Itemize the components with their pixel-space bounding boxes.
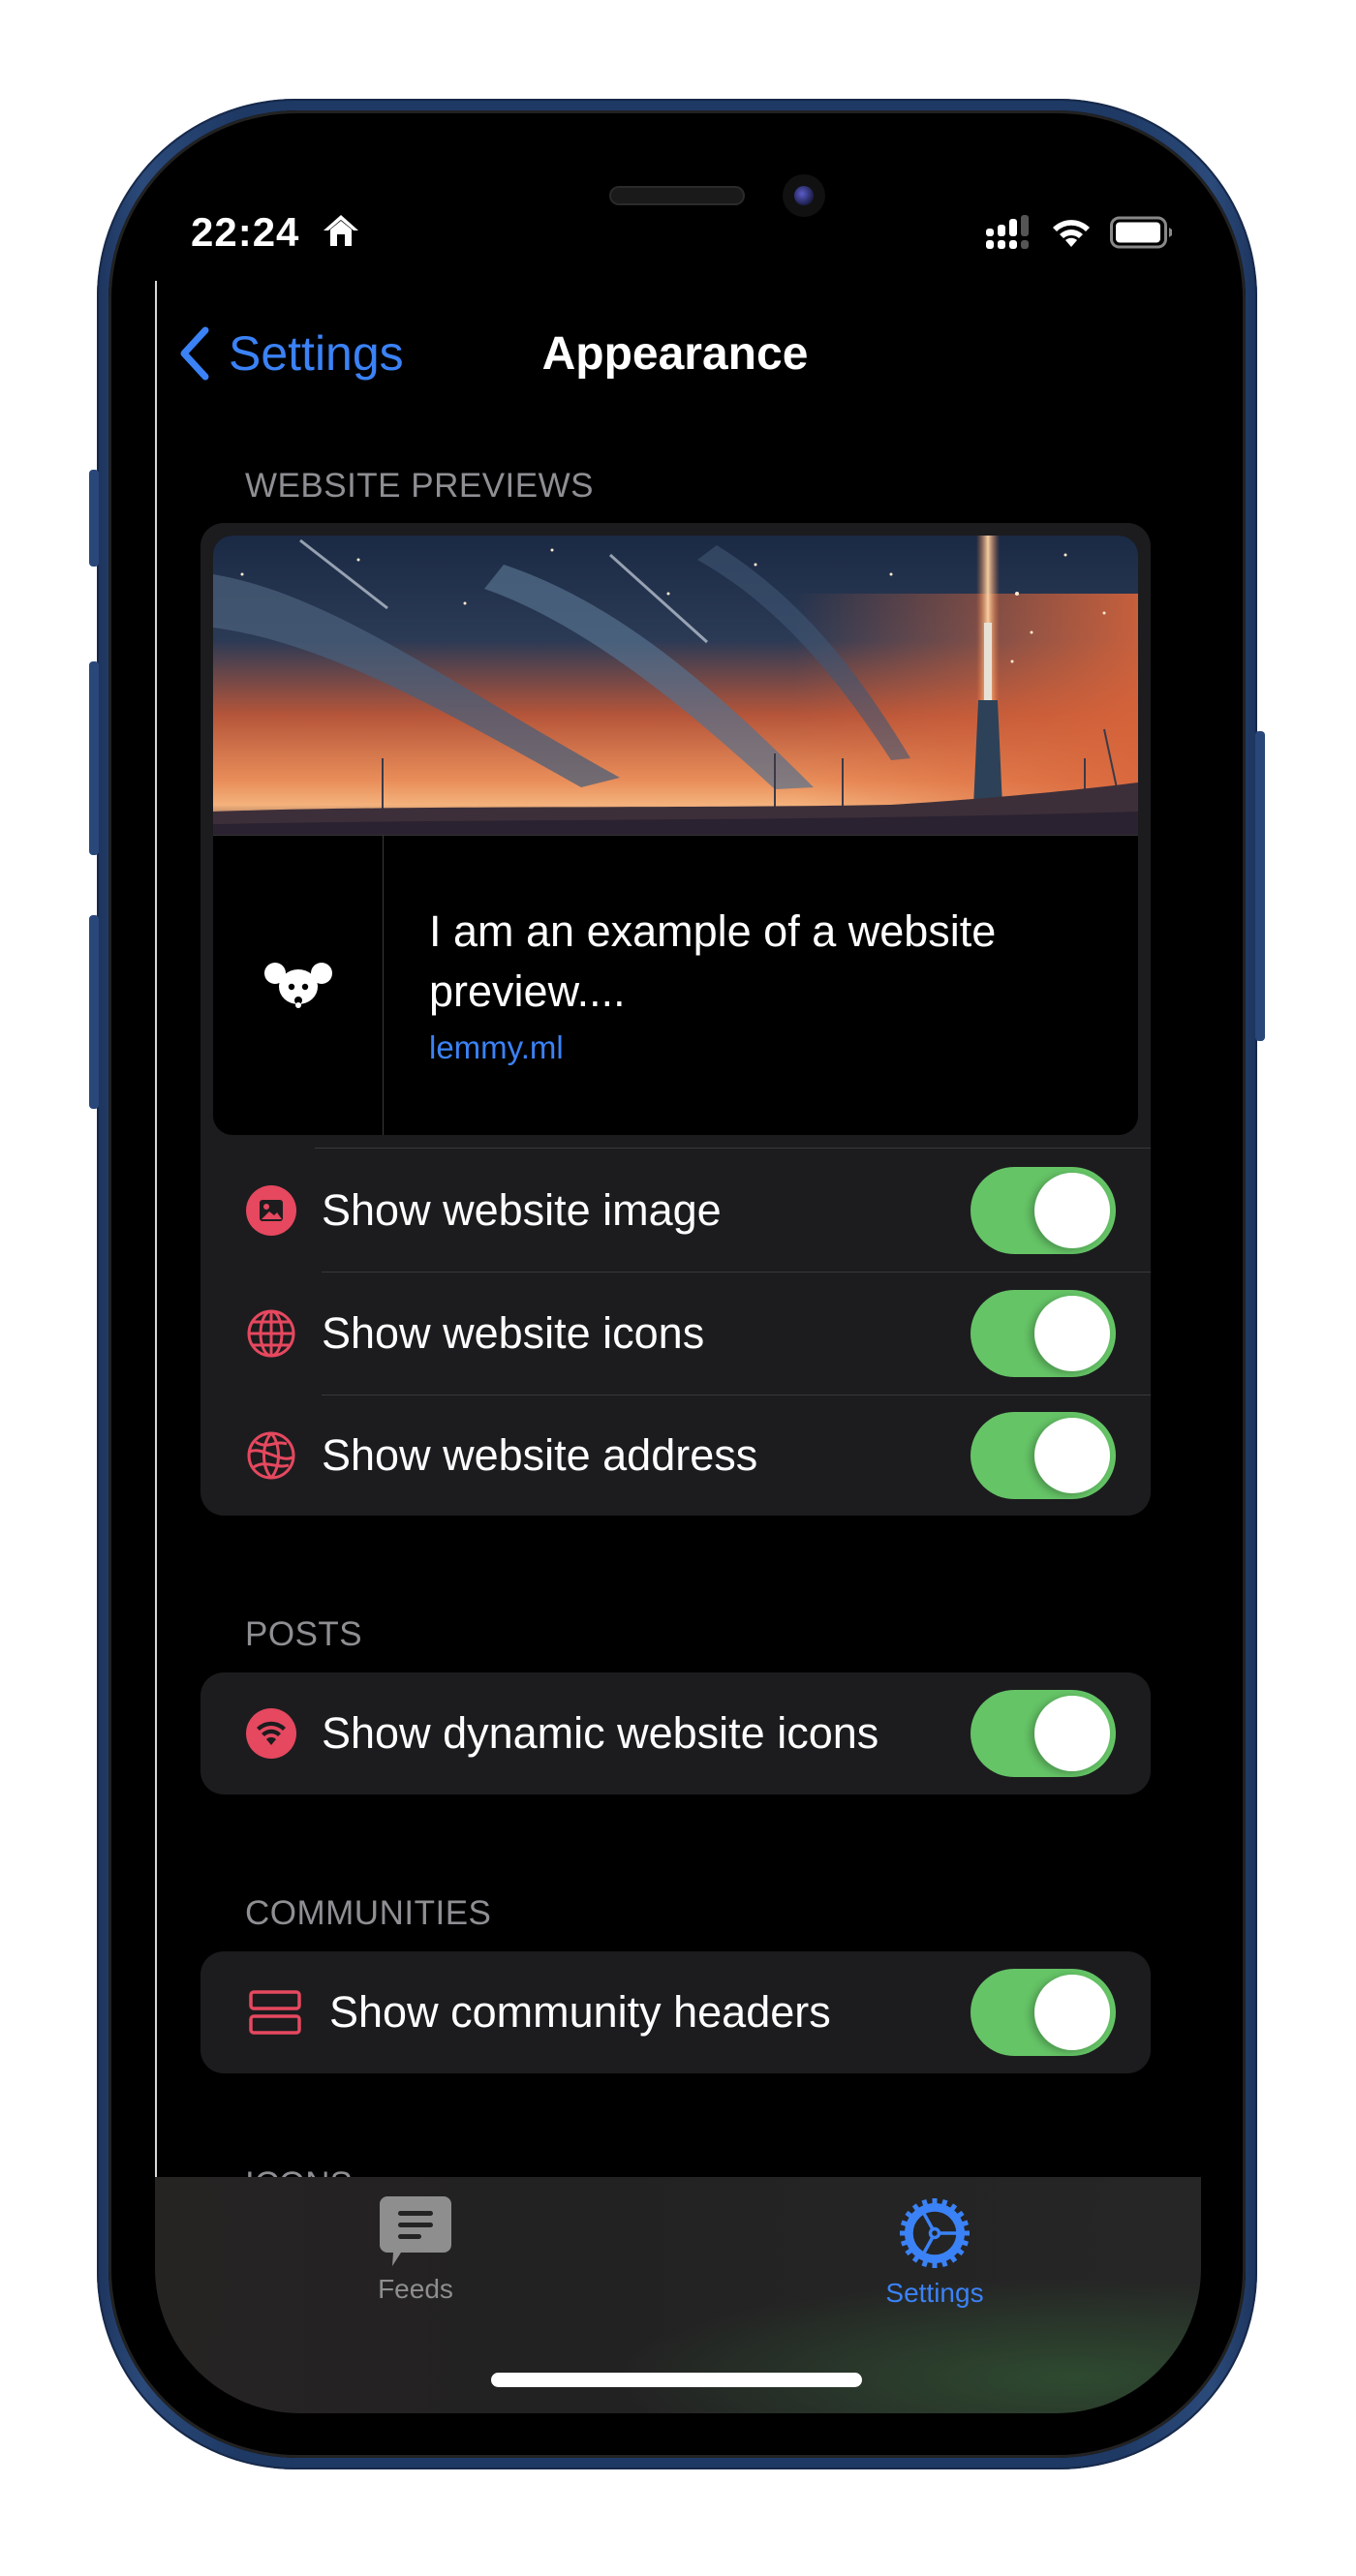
- toggle-knob: [1034, 1418, 1110, 1493]
- row-show-community-headers: Show community headers: [200, 1951, 1151, 2073]
- preview-body: I am an example of a website preview....…: [213, 835, 1138, 1135]
- toggle-show-website-address[interactable]: [971, 1412, 1116, 1499]
- preview-title: I am an example of a website preview....: [429, 906, 997, 1016]
- toggle-knob: [1034, 1173, 1110, 1248]
- toggle-show-website-icons[interactable]: [971, 1290, 1116, 1377]
- section-header-communities: COMMUNITIES: [245, 1894, 492, 1932]
- battery-icon: [1110, 216, 1172, 249]
- tab-label: Settings: [885, 2278, 984, 2308]
- tab-feeds[interactable]: Feeds: [319, 2196, 512, 2305]
- screen-edge-line: [155, 281, 157, 2179]
- toggle-show-dynamic-website-icons[interactable]: [971, 1690, 1116, 1777]
- website-previews-card: I am an example of a website preview....…: [200, 523, 1151, 1516]
- gear-tooth: [932, 2198, 938, 2206]
- wifi-circle-icon: [246, 1708, 296, 1759]
- gear-tooth: [932, 2260, 938, 2268]
- row-label: Show community headers: [329, 1987, 831, 2037]
- preview-image: [213, 536, 1138, 835]
- posts-card: Show dynamic website icons: [200, 1672, 1151, 1794]
- front-camera: [783, 174, 825, 217]
- status-icons: [986, 215, 1174, 250]
- home-icon: [324, 215, 358, 246]
- lemmy-icon: [263, 963, 332, 1008]
- row-label: Show website icons: [322, 1308, 705, 1358]
- earpiece-speaker: [609, 186, 745, 205]
- row-divider: [315, 1148, 1151, 1149]
- toggle-show-website-image[interactable]: [971, 1167, 1116, 1254]
- page-title-text: Appearance: [541, 328, 809, 380]
- toggle-knob: [1034, 1296, 1110, 1371]
- tab-settings[interactable]: Settings: [838, 2196, 1032, 2309]
- gear-tooth: [962, 2230, 970, 2236]
- gear-tooth: [900, 2230, 908, 2236]
- mute-switch: [89, 470, 99, 567]
- rectangles-icon: [249, 1987, 301, 2038]
- website-preview: I am an example of a website preview....…: [213, 536, 1138, 1135]
- home-indicator[interactable]: [491, 2373, 862, 2387]
- wifi-icon: [1053, 220, 1090, 247]
- toggle-knob: [1034, 1696, 1110, 1771]
- toggle-show-community-headers[interactable]: [971, 1969, 1116, 2056]
- preview-url[interactable]: lemmy.ml: [429, 1029, 564, 1066]
- power-button: [1255, 731, 1265, 1041]
- photo-icon: [246, 1185, 296, 1236]
- chat-bubble-icon: [380, 2196, 451, 2266]
- section-header-icons: ICONS: [245, 2165, 353, 2177]
- signal-icon: [986, 215, 1029, 249]
- row-show-website-icons: Show website icons: [200, 1273, 1151, 1395]
- section-header-posts: POSTS: [245, 1615, 363, 1653]
- section-header-website-previews: WEBSITE PREVIEWS: [245, 467, 594, 505]
- tab-label: Feeds: [378, 2274, 453, 2304]
- status-time: 22:24: [191, 209, 300, 255]
- row-label: Show website address: [322, 1430, 758, 1480]
- communities-card: Show community headers: [200, 1951, 1151, 2073]
- gear-icon: [900, 2198, 970, 2268]
- row-show-website-address: Show website address: [200, 1395, 1151, 1516]
- row-show-website-image: Show website image: [200, 1150, 1151, 1272]
- row-show-dynamic-website-icons: Show dynamic website icons: [200, 1672, 1151, 1794]
- volume-down-button: [89, 915, 99, 1109]
- preview-icon-cell: [213, 836, 384, 1135]
- row-label: Show dynamic website icons: [322, 1708, 879, 1758]
- globe-icon: [246, 1308, 296, 1359]
- toggle-knob: [1034, 1975, 1110, 2050]
- row-label: Show website image: [322, 1185, 722, 1235]
- volume-up-button: [89, 661, 99, 855]
- globe-address-icon: [246, 1430, 296, 1481]
- page-title: Appearance: [0, 327, 1356, 381]
